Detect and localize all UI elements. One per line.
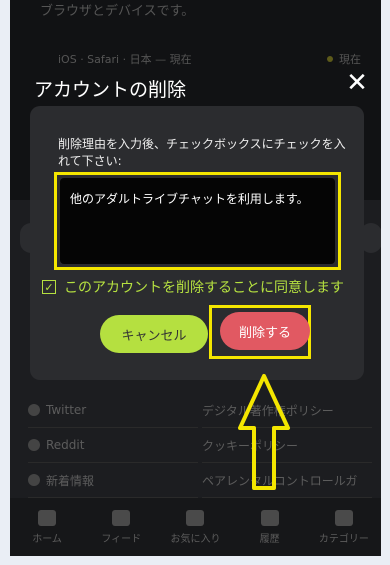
feed-icon xyxy=(112,509,131,526)
reddit-icon xyxy=(28,439,40,451)
tab-favorites[interactable]: お気に入り xyxy=(159,498,231,556)
app-screen: ブラウザとデバイスです。 iOS · Safari · 日本 — 現在 現在 T… xyxy=(10,0,381,556)
tab-history[interactable]: 履歴 xyxy=(234,498,306,556)
footer-links-left: Twitter Reddit 新着情報 xyxy=(28,393,198,498)
clock-icon xyxy=(260,509,279,526)
cancel-button[interactable]: キャンセル xyxy=(100,315,208,353)
session-status: 現在 xyxy=(327,51,361,67)
footer-link-reddit[interactable]: Reddit xyxy=(28,428,198,463)
session-status-label: 現在 xyxy=(339,53,361,66)
bottom-tab-bar: ホーム フィード お気に入り 履歴 カテゴリー xyxy=(10,498,381,556)
agree-checkbox[interactable]: ✓ xyxy=(42,280,56,294)
twitter-icon xyxy=(28,404,40,416)
close-button[interactable]: ✕ xyxy=(344,70,370,96)
grid-icon xyxy=(334,509,353,526)
pointer-arrow-icon xyxy=(238,374,290,490)
news-icon xyxy=(28,474,40,486)
heart-icon xyxy=(186,509,205,526)
status-dot-icon xyxy=(327,56,333,62)
delete-button[interactable]: 削除する xyxy=(220,312,310,350)
session-description: ブラウザとデバイスです。 xyxy=(40,4,195,19)
delete-account-dialog: 削除理由を入力後、チェックボックスにチェックを入れて下さい: 他のアダルトライブ… xyxy=(30,106,364,380)
modal-title: アカウントの削除 xyxy=(34,79,187,101)
tab-feed[interactable]: フィード xyxy=(85,498,157,556)
footer-link-news[interactable]: 新着情報 xyxy=(28,463,198,498)
agree-label: このアカウントを削除することに同意します xyxy=(64,280,344,296)
tab-categories[interactable]: カテゴリー xyxy=(308,498,380,556)
agree-checkbox-row[interactable]: ✓ このアカウントを削除することに同意します xyxy=(42,277,344,297)
instruction-text: 削除理由を入力後、チェックボックスにチェックを入れて下さい: xyxy=(58,137,346,168)
tab-home[interactable]: ホーム xyxy=(11,498,83,556)
footer-link-twitter[interactable]: Twitter xyxy=(28,393,198,428)
reason-highlight: 他のアダルトライブチャットを利用します。 xyxy=(54,172,341,270)
session-meta: iOS · Safari · 日本 — 現在 xyxy=(58,53,192,66)
home-icon xyxy=(38,509,57,526)
reason-textarea[interactable]: 他のアダルトライブチャットを利用します。 xyxy=(60,178,335,264)
